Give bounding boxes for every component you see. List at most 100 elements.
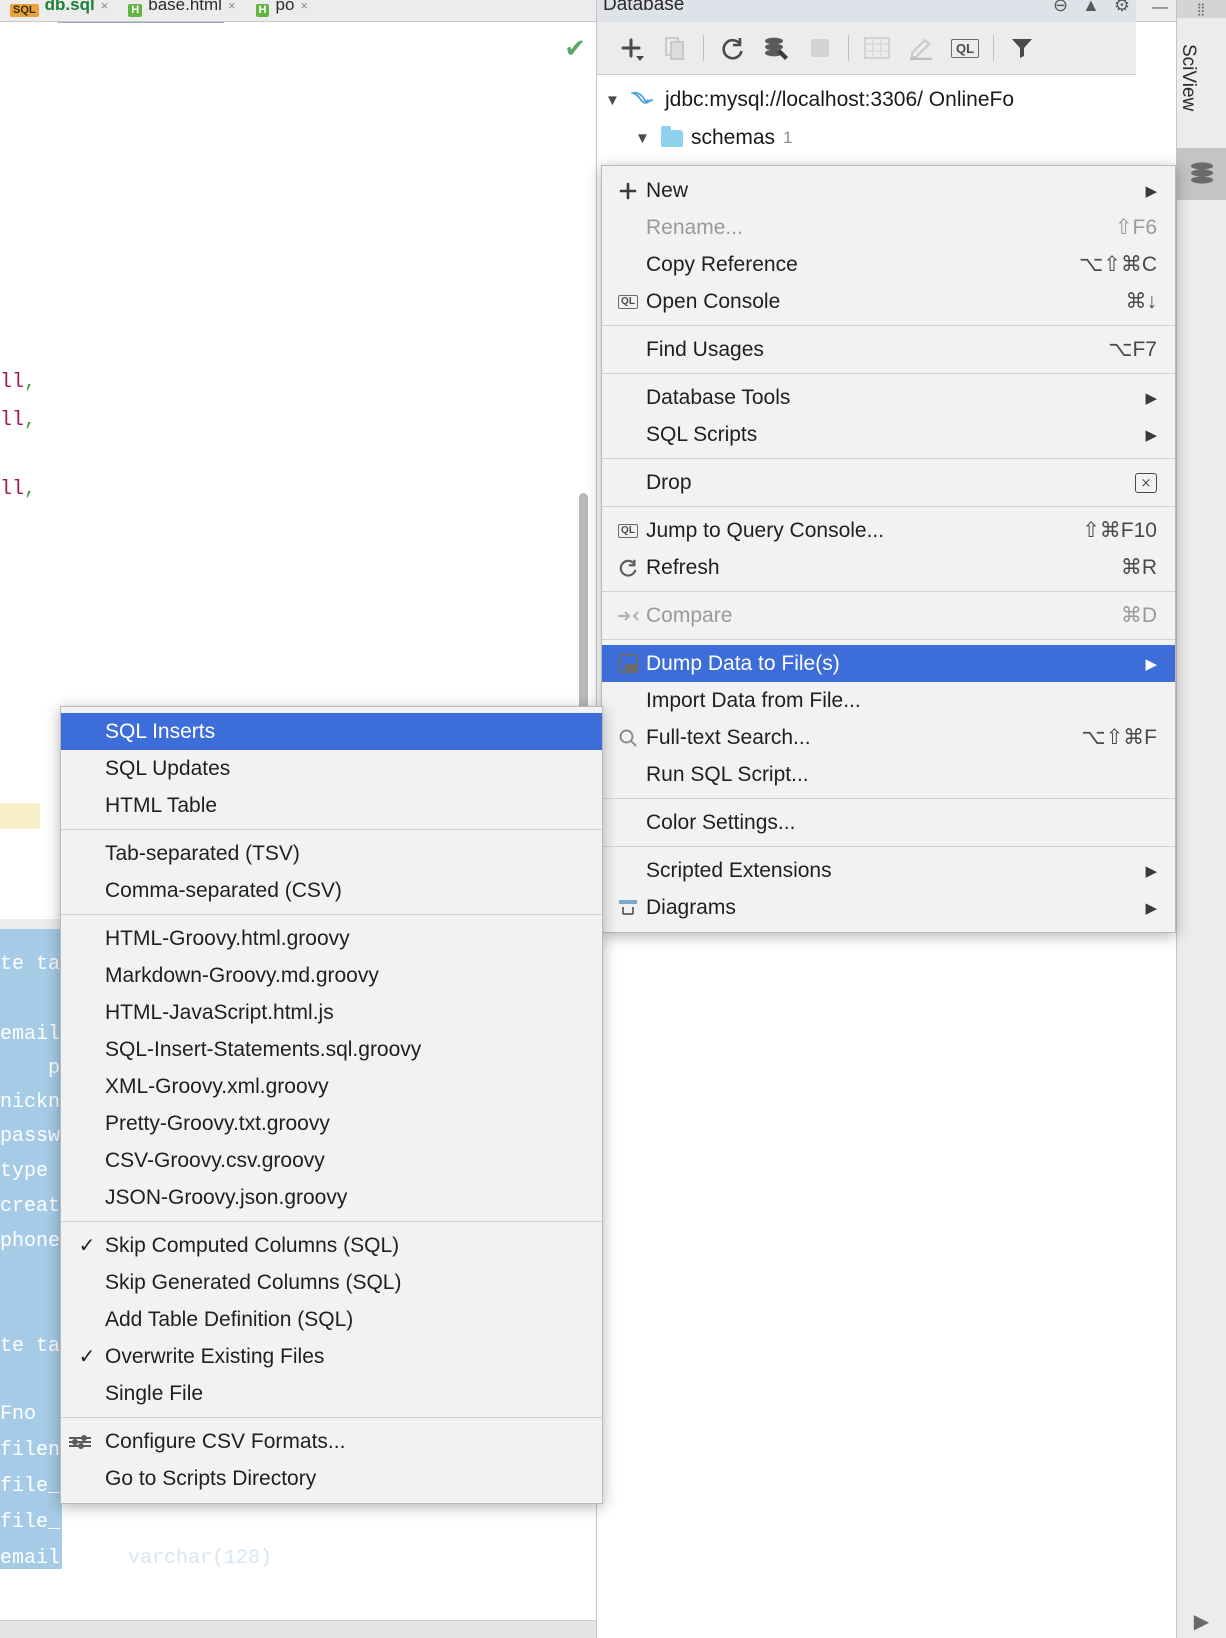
selected-code-line: te ta xyxy=(0,953,61,976)
menu-item-drop[interactable]: Drop ⨯ xyxy=(602,464,1175,501)
tree-node-datasource[interactable]: ▼ jdbc:mysql://localhost:3306/ OnlineFo xyxy=(597,81,1136,119)
submenu-item-skip-computed-columns[interactable]: ✓ Skip Computed Columns (SQL) xyxy=(61,1227,602,1264)
folder-icon xyxy=(661,125,683,147)
tree-node-schemas[interactable]: ▼ schemas 1 xyxy=(597,119,1136,157)
menu-item-jump-to-query-console[interactable]: QL Jump to Query Console... ⇧⌘F10 xyxy=(602,512,1175,549)
menu-item-run-sql-script[interactable]: Run SQL Script... xyxy=(602,756,1175,793)
code-fragment: ll, xyxy=(0,409,37,432)
menu-item-compare: Compare ⌘D xyxy=(602,597,1175,634)
submenu-item-html-table[interactable]: HTML Table xyxy=(61,787,602,824)
selected-code-line: passw xyxy=(0,1125,61,1148)
open-console-button[interactable]: QL xyxy=(943,28,987,68)
database-context-menu[interactable]: New ▶ Rename... ⇧F6 Copy Reference ⌥⇧⌘C … xyxy=(601,165,1176,933)
menu-separator xyxy=(61,1417,602,1418)
submenu-item-tab-separated[interactable]: Tab-separated (TSV) xyxy=(61,835,602,872)
editor-tab-2[interactable]: H po × xyxy=(246,0,318,21)
filter-button[interactable] xyxy=(1000,28,1044,68)
submenu-item-sql-updates[interactable]: SQL Updates xyxy=(61,750,602,787)
menu-item-sql-scripts[interactable]: SQL Scripts ▶ xyxy=(602,416,1175,453)
submenu-item-html-groovy[interactable]: HTML-Groovy.html.groovy xyxy=(61,920,602,957)
submenu-item-go-to-scripts-directory[interactable]: Go to Scripts Directory xyxy=(61,1460,602,1497)
refresh-button[interactable] xyxy=(710,28,754,68)
menu-item-label: Refresh xyxy=(646,555,720,579)
menu-item-diagrams[interactable]: Diagrams ▶ xyxy=(602,889,1175,926)
menu-item-label: SQL-Insert-Statements.sql.groovy xyxy=(105,1037,422,1061)
editor-tab-0[interactable]: SQL db.sql × xyxy=(0,0,118,21)
hide-icon[interactable]: ▲ xyxy=(1082,0,1100,16)
selected-code-line: nickn xyxy=(0,1091,61,1114)
menu-item-label: Add Table Definition (SQL) xyxy=(105,1307,354,1331)
submenu-item-html-javascript[interactable]: HTML-JavaScript.html.js xyxy=(61,994,602,1031)
chevron-down-icon[interactable]: ▼ xyxy=(635,130,653,147)
submenu-item-pretty-groovy[interactable]: Pretty-Groovy.txt.groovy xyxy=(61,1105,602,1142)
query-console-icon: QL xyxy=(950,38,980,58)
compare-icon xyxy=(610,607,646,625)
menu-item-shortcut: ⌥⇧⌘C xyxy=(1079,253,1157,276)
data-source-properties-button[interactable] xyxy=(754,28,798,68)
menu-item-label: New xyxy=(646,178,689,202)
editor-tab-1[interactable]: H base.html × xyxy=(118,0,245,21)
editor-scrollbar[interactable] xyxy=(579,493,588,723)
menu-item-color-settings[interactable]: Color Settings... xyxy=(602,804,1175,841)
diagram-icon xyxy=(610,898,646,918)
submenu-item-single-file[interactable]: Single File xyxy=(61,1375,602,1412)
collapse-all-icon[interactable]: ⊖ xyxy=(1053,0,1068,16)
stripe-expand-icon[interactable]: ▶ xyxy=(1194,1609,1209,1634)
stripe-tab-sciview[interactable]: SciView xyxy=(1177,18,1199,138)
menu-item-open-console[interactable]: QL Open Console ⌘↓ xyxy=(602,283,1175,320)
submenu-item-sql-insert-statements[interactable]: SQL-Insert-Statements.sql.groovy xyxy=(61,1031,602,1068)
menu-item-new[interactable]: New ▶ xyxy=(602,172,1175,209)
menu-item-refresh[interactable]: Refresh ⌘R xyxy=(602,549,1175,586)
selected-code-line: Fno xyxy=(0,1403,37,1426)
editor-tab-label: db.sql xyxy=(44,0,95,14)
menu-item-label: Overwrite Existing Files xyxy=(105,1344,325,1368)
menu-item-find-usages[interactable]: Find Usages ⌥F7 xyxy=(602,331,1175,368)
submenu-item-skip-generated-columns[interactable]: Skip Generated Columns (SQL) xyxy=(61,1264,602,1301)
menu-item-label: Open Console xyxy=(646,289,781,313)
selected-code-line: filen xyxy=(0,1439,61,1462)
submenu-item-configure-csv-formats[interactable]: Configure CSV Formats... xyxy=(61,1423,602,1460)
right-tool-stripe: ⣿ SciView ▶ xyxy=(1176,0,1226,1638)
submenu-item-sql-inserts[interactable]: SQL Inserts xyxy=(61,713,602,750)
database-panel-header: Database ⊖ ▲ ⚙ xyxy=(597,0,1136,22)
menu-separator xyxy=(602,373,1175,374)
menu-separator xyxy=(602,325,1175,326)
menu-separator xyxy=(602,798,1175,799)
menu-item-database-tools[interactable]: Database Tools ▶ xyxy=(602,379,1175,416)
submenu-item-markdown-groovy[interactable]: Markdown-Groovy.md.groovy xyxy=(61,957,602,994)
selected-code-line: creat xyxy=(0,1195,61,1218)
selected-code-line: email xyxy=(0,1023,61,1046)
editor-tab-label: po xyxy=(275,0,295,14)
add-data-source-button[interactable] xyxy=(609,28,653,68)
chevron-down-icon[interactable]: ▼ xyxy=(605,92,623,109)
submenu-item-add-table-definition[interactable]: Add Table Definition (SQL) xyxy=(61,1301,602,1338)
submenu-item-comma-separated[interactable]: Comma-separated (CSV) xyxy=(61,872,602,909)
menu-item-full-text-search[interactable]: Full-text Search... ⌥⇧⌘F xyxy=(602,719,1175,756)
menu-item-label: Comma-separated (CSV) xyxy=(105,878,342,902)
close-icon[interactable]: × xyxy=(228,0,236,13)
close-icon[interactable]: × xyxy=(101,0,109,13)
submenu-item-json-groovy[interactable]: JSON-Groovy.json.groovy xyxy=(61,1179,602,1216)
menu-item-label: Copy Reference xyxy=(646,252,798,276)
editor-bottom-band xyxy=(0,1620,596,1638)
checkmark-icon: ✓ xyxy=(78,1235,96,1257)
submenu-item-xml-groovy[interactable]: XML-Groovy.xml.groovy xyxy=(61,1068,602,1105)
menu-item-dump-data-to-files[interactable]: Dump Data to File(s) ▶ xyxy=(602,645,1175,682)
menu-item-label: Dump Data to File(s) xyxy=(646,651,840,675)
settings-icon[interactable]: ⚙ xyxy=(1114,0,1130,16)
menu-item-copy-reference[interactable]: Copy Reference ⌥⇧⌘C xyxy=(602,246,1175,283)
menu-item-scripted-extensions[interactable]: Scripted Extensions ▶ xyxy=(602,852,1175,889)
pencil-icon xyxy=(899,28,943,68)
query-console-icon: QL xyxy=(610,294,646,309)
menu-item-import-data-from-file[interactable]: Import Data from File... xyxy=(602,682,1175,719)
menu-item-label: Tab-separated (TSV) xyxy=(105,841,300,865)
menu-item-label: XML-Groovy.xml.groovy xyxy=(105,1074,329,1098)
dump-data-submenu[interactable]: SQL Inserts SQL Updates HTML Table Tab-s… xyxy=(60,706,603,1504)
table-editor-button xyxy=(855,28,899,68)
stripe-database-button[interactable] xyxy=(1177,148,1226,200)
close-icon[interactable]: × xyxy=(300,0,308,13)
editor-tab-overflow[interactable]: — xyxy=(1152,0,1176,17)
submenu-item-csv-groovy[interactable]: CSV-Groovy.csv.groovy xyxy=(61,1142,602,1179)
menu-item-shortcut: ⌘R xyxy=(1120,556,1157,579)
submenu-item-overwrite-existing-files[interactable]: ✓ Overwrite Existing Files xyxy=(61,1338,602,1375)
